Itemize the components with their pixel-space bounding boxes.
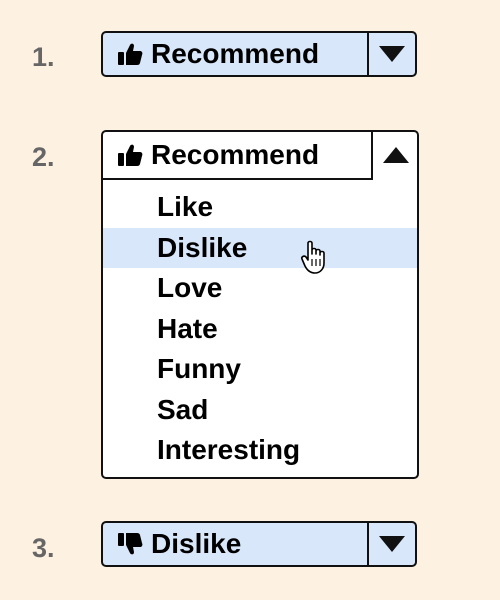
recommend-button[interactable]: Recommend [103,132,373,180]
dropdown-toggle-button[interactable] [375,132,417,178]
recommend-label: Recommend [151,139,320,170]
menu-item-sad[interactable]: Sad [103,390,417,431]
menu-item-hate[interactable]: Hate [103,309,417,350]
thumbs-down-icon [117,532,143,556]
step-3-number: 3. [32,533,55,563]
recommend-split-button: Recommend [101,31,417,77]
dislike-split-button: Dislike [101,521,417,567]
dropdown-toggle-button[interactable] [367,33,415,75]
caret-up-icon [383,147,409,163]
thumbs-up-icon [117,42,143,66]
reaction-menu: Like Dislike Love Hate Funny Sad Interes… [103,187,417,471]
thumbs-up-icon [117,143,143,167]
dropdown-toggle-button[interactable] [367,523,415,565]
dislike-button[interactable]: Dislike [103,523,367,565]
step-2-number: 2. [32,142,55,172]
step-1-number: 1. [32,42,55,72]
recommend-label: Recommend [151,38,320,69]
menu-item-funny[interactable]: Funny [103,349,417,390]
caret-down-icon [379,536,405,552]
menu-item-love[interactable]: Love [103,268,417,309]
menu-item-dislike[interactable]: Dislike [103,227,417,268]
reaction-dropdown-open: Recommend Like Dislike Love Hate Funny S… [101,130,419,479]
recommend-button[interactable]: Recommend [103,33,367,75]
dropdown-header: Recommend [103,132,417,182]
caret-down-icon [379,46,405,62]
hand-pointer-icon [300,240,334,281]
dislike-label: Dislike [151,528,242,559]
menu-item-like[interactable]: Like [103,187,417,228]
menu-item-interesting[interactable]: Interesting [103,430,417,471]
